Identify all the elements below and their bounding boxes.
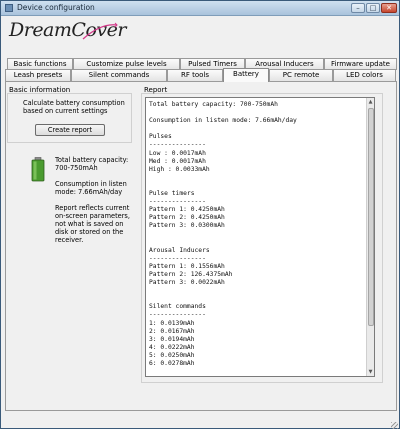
- tab-battery[interactable]: Battery: [223, 68, 269, 82]
- app-icon: [5, 4, 13, 12]
- maximize-button[interactable]: □: [366, 3, 380, 13]
- title-bar[interactable]: Device configuration – □ ✕: [1, 1, 399, 16]
- scroll-down-icon[interactable]: ▼: [367, 368, 374, 376]
- window-title: Device configuration: [17, 3, 95, 12]
- tab-leash-presets[interactable]: Leash presets: [5, 69, 71, 81]
- report-textbox[interactable]: Total battery capacity: 700-750mAh Consu…: [145, 97, 375, 377]
- create-report-button[interactable]: Create report: [35, 124, 105, 136]
- report-content: Total battery capacity: 700-750mAh Consu…: [149, 101, 297, 367]
- minimize-button[interactable]: –: [351, 3, 365, 13]
- resize-grip-icon[interactable]: [391, 422, 398, 429]
- consumption-text: Consumption in listen mode: 7.66mAh/day: [55, 180, 127, 196]
- device-configuration-window: Device configuration – □ ✕ DreamCover Ba…: [0, 0, 400, 429]
- basic-information-title: Basic information: [9, 86, 71, 94]
- tab-rf-tools[interactable]: RF tools: [167, 69, 223, 81]
- battery-icon: [31, 157, 45, 182]
- tab-pc-remote[interactable]: PC remote: [269, 69, 333, 81]
- close-button[interactable]: ✕: [381, 3, 397, 13]
- report-title: Report: [144, 86, 168, 94]
- scroll-thumb[interactable]: [368, 108, 374, 326]
- logo-swoosh-icon: [82, 22, 118, 40]
- tab-silent-commands[interactable]: Silent commands: [71, 69, 167, 81]
- calculate-description: Calculate battery consumption based on c…: [23, 99, 125, 115]
- scroll-up-icon[interactable]: ▲: [367, 98, 374, 106]
- total-capacity-text: Total battery capacity: 700-750mAh: [55, 156, 129, 172]
- report-note-text: Report reflects current on-screen parame…: [55, 204, 130, 244]
- tab-led-colors[interactable]: LED colors: [333, 69, 396, 81]
- report-scrollbar[interactable]: ▲ ▼: [366, 98, 374, 376]
